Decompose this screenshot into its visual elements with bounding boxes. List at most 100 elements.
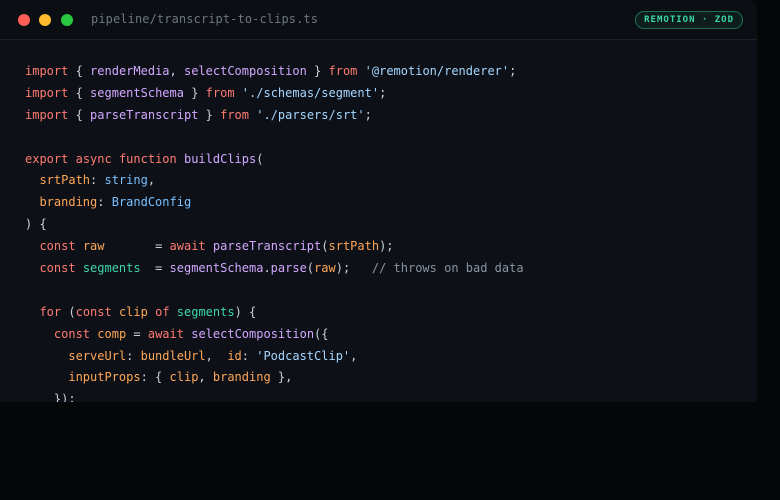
code-token: raw [314,261,336,276]
code-token: selectComposition [183,64,307,78]
code-token: , [205,348,228,363]
code-line: branding: BrandConfig [25,192,524,214]
code-line: for (const clip of segments) { [25,302,524,324]
code-token: from [220,107,250,122]
file-path: pipeline/transcript-to-clips.ts [91,12,319,26]
code-token: // throws on bad data [371,261,524,276]
code-token: BrandConfig [111,195,192,210]
code-token: for [39,304,62,319]
title-bar: pipeline/transcript-to-clips.ts REMOTION… [0,0,757,40]
code-line: import { renderMedia, selectComposition … [25,61,524,83]
code-token: inputProps [68,370,141,385]
code-token: }, [270,370,293,385]
code-token: buildClips [183,151,257,166]
code-token: , [169,64,184,78]
code-token: parseTranscript [212,239,322,254]
code-token: ; [379,85,387,100]
code-token: , [147,173,156,188]
code-token: import [25,107,69,122]
code-token: of [155,304,170,319]
code-token: ( [256,151,264,166]
code-line: import { segmentSchema } from './schemas… [25,83,524,105]
code-token: clip [169,370,199,385]
code-token: { [68,85,91,100]
code-line: inputProps: { clip, branding }, [25,367,524,389]
code-line: const raw = await parseTranscript(srtPat… [25,236,524,258]
code-token: } [306,64,329,78]
code-token: = [126,326,148,341]
code-token: srtPath [39,173,91,188]
code-token: srtPath [328,239,380,254]
code-token: ); [335,261,372,276]
code-token: import [25,64,69,78]
code-token: raw [82,239,105,254]
code-line: import { parseTranscript } from './parse… [25,105,524,127]
maximize-window-button[interactable] [61,14,73,26]
code-token: ; [364,107,372,122]
code-token: = [104,239,170,254]
code-token: segmentSchema [90,85,184,100]
code-token: import [25,85,69,100]
code-token: ( [321,239,329,254]
code-token: await [147,326,184,341]
code-token: renderMedia [90,64,170,78]
code-token: string [104,173,148,188]
tech-badge: REMOTION · ZOD [635,11,743,29]
code-token: function [118,151,177,166]
code-block[interactable]: import { renderMedia, selectComposition … [25,61,524,402]
code-token: branding [212,370,271,385]
code-token: './parsers/srt' [256,107,365,122]
code-token: { [68,64,91,78]
code-token: } [198,107,221,122]
code-token: async [75,151,112,166]
code-token: ( [61,304,76,319]
code-token: segments [176,304,235,319]
code-token: { [68,107,91,122]
code-token: . [263,261,271,276]
code-line: const segments = segmentSchema.parse(raw… [25,258,524,280]
code-token: , [350,348,358,363]
code-line: srtPath: string, [25,170,524,192]
code-token: ({ [314,326,329,341]
code-token: : [97,195,112,210]
code-line: ) { [25,214,524,236]
code-token: segmentSchema [169,261,264,276]
code-token: parse [270,261,307,276]
code-token: parseTranscript [90,107,199,122]
minimize-window-button[interactable] [39,14,51,26]
code-token: '@remotion/renderer' [364,64,510,78]
code-token: comp [97,326,127,341]
code-token: ) { [25,217,47,232]
code-token: bundleUrl [140,348,206,363]
code-token: serveUrl [68,348,127,363]
code-token: id [227,348,242,363]
code-token: , [198,370,213,385]
code-token: = [140,261,170,276]
close-window-button[interactable] [18,14,30,26]
code-token: } [183,85,206,100]
code-token: const [39,239,76,254]
code-line: export async function buildClips( [25,149,524,171]
code-token: selectComposition [191,326,315,341]
code-token: : [241,348,257,363]
code-token: const [75,304,112,319]
